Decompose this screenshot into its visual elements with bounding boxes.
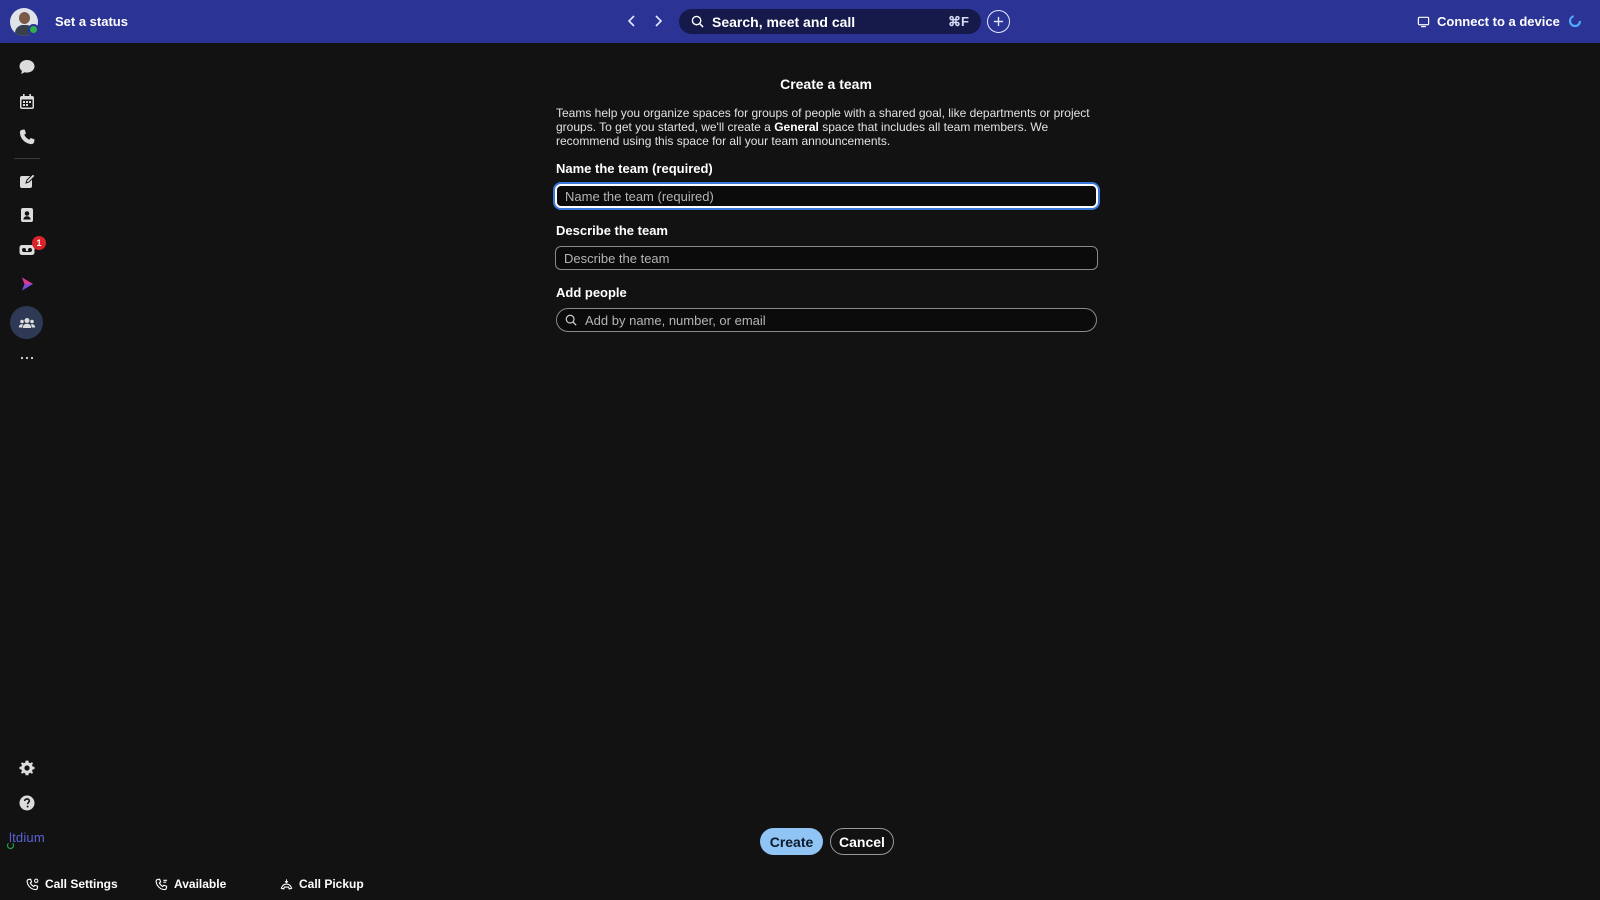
voicemail-badge: 1 (32, 236, 46, 250)
new-action-button[interactable] (987, 10, 1010, 33)
rail-divider (14, 158, 40, 159)
call-pickup-icon (280, 878, 293, 890)
forward-arrow-icon[interactable] (648, 11, 668, 31)
more-dots-icon[interactable] (16, 345, 38, 367)
page-title: Create a team (780, 76, 872, 92)
brand-logo: ltdium (9, 830, 45, 845)
add-people-field[interactable] (556, 308, 1097, 332)
chat-bubble-icon[interactable] (16, 56, 38, 78)
call-settings-icon (26, 878, 39, 890)
contacts-icon[interactable] (16, 204, 38, 226)
plus-icon (993, 16, 1004, 27)
top-bar: Set a status Search, meet and call ⌘F Co… (0, 0, 1600, 43)
create-button[interactable]: Create (760, 828, 823, 855)
team-name-label: Name the team (required) (556, 161, 713, 176)
team-name-input[interactable] (555, 184, 1098, 208)
gear-icon[interactable] (16, 757, 38, 779)
intro-text: Teams help you organize spaces for group… (556, 106, 1108, 148)
sync-status-icon[interactable] (1568, 14, 1582, 28)
back-arrow-icon[interactable] (622, 11, 642, 31)
help-icon[interactable] (16, 792, 38, 814)
connect-device-button[interactable]: Connect to a device (1417, 14, 1560, 29)
presence-indicator (28, 24, 39, 35)
whiteboard-pen-icon[interactable] (16, 170, 38, 192)
call-pickup-label: Call Pickup (299, 877, 364, 891)
set-status-button[interactable]: Set a status (55, 14, 128, 29)
availability-label: Available (174, 877, 227, 891)
search-icon (565, 314, 577, 326)
device-icon (1417, 16, 1430, 28)
phone-icon[interactable] (16, 126, 38, 148)
team-description-input[interactable] (555, 246, 1098, 270)
call-pickup-button[interactable]: Call Pickup (280, 877, 364, 891)
search-icon (691, 15, 704, 28)
intro-text-bold: General (774, 120, 819, 134)
availability-button[interactable]: Available (155, 877, 226, 891)
global-search-box[interactable]: Search, meet and call ⌘F (679, 9, 981, 34)
avatar-head (19, 12, 30, 24)
call-settings-label: Call Settings (45, 877, 118, 891)
calendar-icon[interactable] (16, 91, 38, 113)
teams-icon[interactable] (16, 312, 38, 334)
search-shortcut: ⌘F (948, 13, 969, 29)
availability-phone-icon (155, 878, 168, 890)
vidcast-play-icon[interactable] (16, 273, 38, 295)
add-people-label: Add people (556, 285, 627, 300)
team-description-label: Describe the team (556, 223, 668, 238)
search-label: Search, meet and call (712, 13, 856, 30)
brand-status-icon (7, 842, 14, 849)
add-people-input[interactable] (583, 311, 1088, 329)
cancel-button[interactable]: Cancel (830, 828, 894, 855)
call-settings-button[interactable]: Call Settings (26, 877, 118, 891)
connect-device-label: Connect to a device (1437, 14, 1560, 29)
